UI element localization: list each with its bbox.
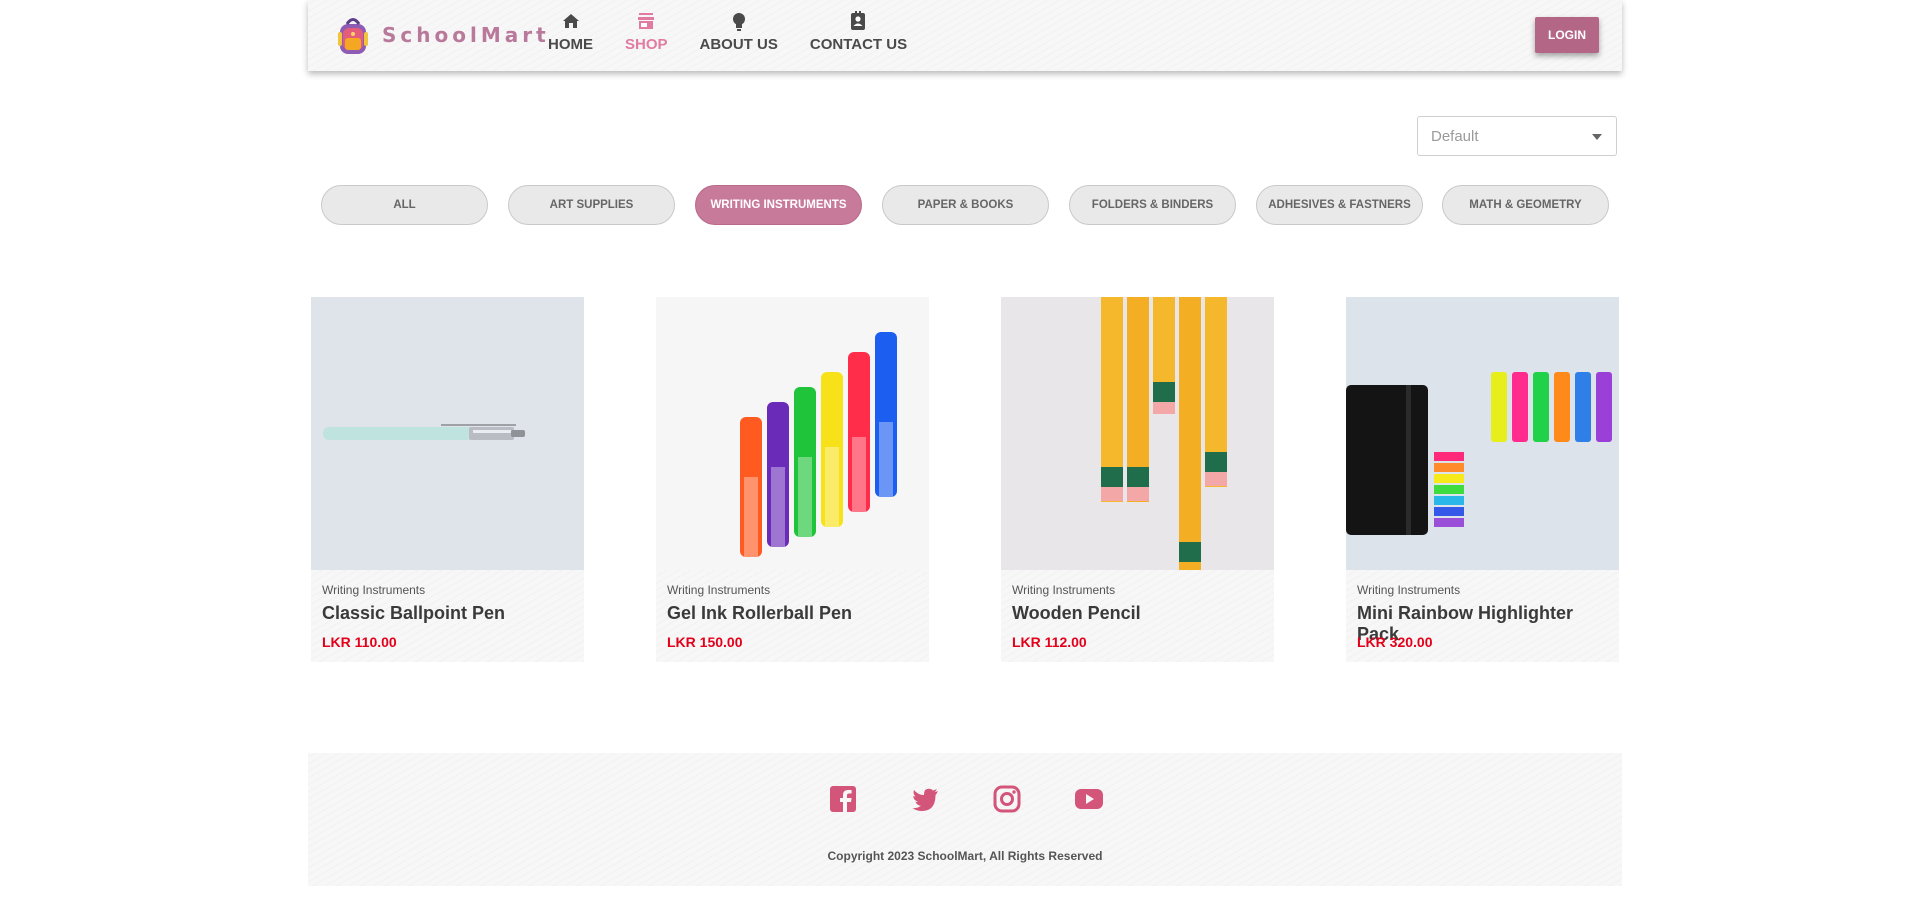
backpack-logo-icon [338,18,368,54]
category-pill-paper-books[interactable]: PAPER & BOOKS [882,185,1049,225]
product-card[interactable]: Writing Instruments Classic Ballpoint Pe… [311,297,584,662]
category-pill-all[interactable]: ALL [321,185,488,225]
youtube-icon[interactable] [1074,784,1104,814]
product-info: Writing Instruments Wooden Pencil LKR 11… [1001,570,1274,662]
caret-down-icon [1592,134,1602,140]
product-image-highlighter-pack [1346,297,1619,570]
category-pill-writing-instruments[interactable]: WRITING INSTRUMENTS [695,185,862,225]
product-price: LKR 112.00 [1012,634,1087,650]
product-image-gel-pens [656,297,929,570]
product-category: Writing Instruments [322,583,426,597]
copyright-text: Copyright 2023 SchoolMart, All Rights Re… [827,849,1103,863]
brand-name: SchoolMart [382,23,550,47]
product-image-ballpoint-pen [311,297,584,570]
nav-item-home[interactable]: HOME [548,10,593,53]
product-category: Writing Instruments [1012,583,1116,597]
store-icon [638,13,655,29]
category-pill-art-supplies[interactable]: ART SUPPLIES [508,185,675,225]
nav-item-contact[interactable]: CONTACT US [810,10,907,53]
product-price: LKR 150.00 [667,634,743,650]
social-links [828,784,1156,814]
product-category: Writing Instruments [1357,583,1461,597]
lightbulb-icon [732,13,745,31]
product-name: Gel Ink Rollerball Pen [667,603,853,623]
nav-label: ABOUT US [699,36,778,53]
nav-label: SHOP [625,36,668,53]
category-filter: ALL ART SUPPLIES WRITING INSTRUMENTS PAP… [321,185,1609,225]
contact-card-icon [851,11,866,30]
category-pill-adhesives-fastners[interactable]: ADHESIVES & FASTNERS [1256,185,1423,225]
category-pill-math-geometry[interactable]: MATH & GEOMETRY [1442,185,1609,225]
product-info: Writing Instruments Gel Ink Rollerball P… [656,570,929,662]
home-icon [562,14,579,28]
sort-select[interactable]: Default [1417,116,1617,156]
instagram-icon[interactable] [992,784,1022,814]
facebook-icon[interactable] [828,784,858,814]
main-nav: HOME SHOP ABOUT US CONTACT US [548,10,939,53]
nav-label: HOME [548,36,593,53]
product-card[interactable]: Writing Instruments Wooden Pencil LKR 11… [1001,297,1274,662]
product-name: Classic Ballpoint Pen [322,603,506,623]
product-info: Writing Instruments Classic Ballpoint Pe… [311,570,584,662]
product-category: Writing Instruments [667,583,771,597]
product-name: Wooden Pencil [1012,603,1141,623]
product-image-wooden-pencils [1001,297,1274,570]
site-footer: Copyright 2023 SchoolMart, All Rights Re… [308,753,1622,886]
product-price: LKR 320.00 [1357,634,1433,650]
product-price: LKR 110.00 [322,634,397,650]
site-header: SchoolMart HOME SHOP ABOUT US CONTACT US… [308,0,1622,71]
nav-label: CONTACT US [809,36,908,53]
product-info: Writing Instruments Mini Rainbow Highlig… [1346,570,1619,662]
product-card[interactable]: Writing Instruments Mini Rainbow Highlig… [1346,297,1619,662]
brand-logo[interactable]: SchoolMart [334,14,550,56]
twitter-icon[interactable] [910,784,940,814]
nav-item-shop[interactable]: SHOP [625,10,668,53]
login-button[interactable]: LOGIN [1535,17,1599,53]
product-card[interactable]: Writing Instruments Gel Ink Rollerball P… [656,297,929,662]
sort-selected-value: Default [1431,128,1479,145]
nav-item-about[interactable]: ABOUT US [700,10,778,53]
category-pill-folders-binders[interactable]: FOLDERS & BINDERS [1069,185,1236,225]
